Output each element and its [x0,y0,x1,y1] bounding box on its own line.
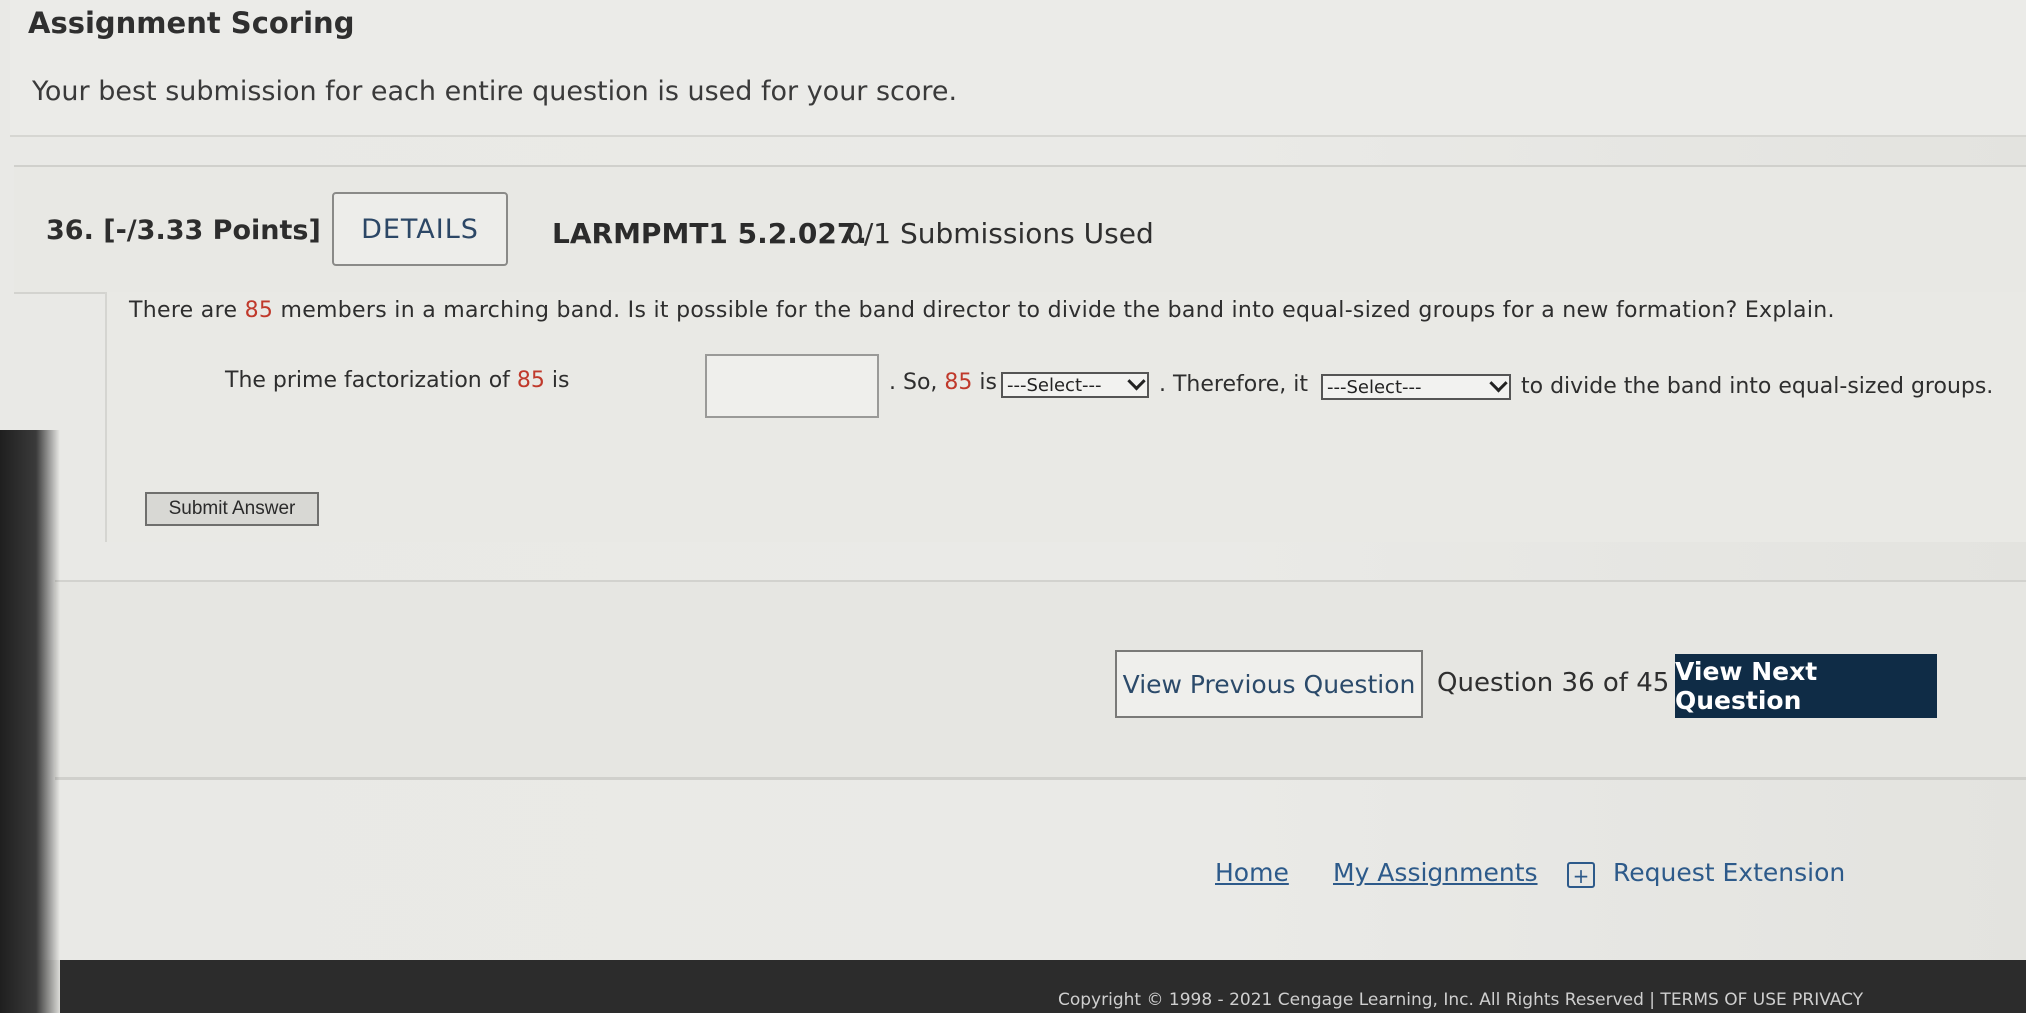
prime-composite-select[interactable]: ---Select--- [1001,371,1149,398]
copyright-text: Copyright © 1998 - 2021 Cengage Learning… [1058,990,1864,1010]
prompt-highlight-number: 85 [244,298,274,323]
assignment-scoring-title: Assignment Scoring [28,6,355,40]
answer-text-1b: is [544,368,570,393]
bezel-shadow [0,430,60,1013]
answer-text-2a: . So, [889,370,945,395]
submissions-used: 0/1 Submissions Used [846,217,1154,250]
question-header: 36. [-/3.33 Points] DETAILS LARMPMT1 5.2… [14,165,2026,294]
assignment-scoring-description: Your best submission for each entire que… [32,76,958,107]
answer-line: The prime factorization of 85 is . So, 8… [225,348,2005,418]
select-2-value: ---Select--- [1327,376,1422,398]
view-next-question-button[interactable]: View Next Question [1675,654,1937,718]
question-number-points: 36. [-/3.33 Points] [46,215,321,246]
page: Assignment Scoring Your best submission … [0,0,2026,960]
assignment-scoring-panel: Assignment Scoring Your best submission … [10,0,2026,137]
footer-bar: Copyright © 1998 - 2021 Cengage Learning… [60,960,2026,1013]
prompt-text-end: members in a marching band. Is it possib… [273,298,1835,323]
my-assignments-link[interactable]: My Assignments [1333,858,1538,887]
answer-text-1: The prime factorization of 85 is [225,368,570,393]
select-1-value: ---Select--- [1007,374,1102,396]
answer-text-1a: The prime factorization of [225,368,517,393]
prompt-text-start: There are [129,298,245,323]
prime-factorization-input[interactable] [705,354,879,418]
answer-text-2b: is [972,370,997,395]
question-navigation: View Previous Question Question 36 of 45… [55,580,2026,780]
footer-links: Home My Assignments + Request Extension [1215,858,1915,894]
submit-answer-button[interactable]: Submit Answer [145,492,319,526]
answer-text-3: . Therefore, it [1159,372,1309,397]
answer-text-4: to divide the band into equal-sized grou… [1521,374,1994,399]
answer-highlight-number-2: 85 [944,370,973,395]
question-points: [-/3.33 Points] [103,215,321,246]
question-prompt: There are 85 members in a marching band.… [129,298,1835,323]
question-body: There are 85 members in a marching band.… [105,292,2026,542]
request-extension-link[interactable]: Request Extension [1613,858,1845,887]
chevron-down-icon [1127,371,1146,390]
home-link[interactable]: Home [1215,858,1289,887]
calendar-plus-icon[interactable]: + [1567,862,1595,888]
question-number: 36. [46,215,94,246]
answer-highlight-number-1: 85 [516,368,545,393]
view-previous-question-button[interactable]: View Previous Question [1115,650,1423,718]
possibility-select[interactable]: ---Select--- [1321,373,1511,400]
details-button[interactable]: DETAILS [332,192,508,266]
answer-text-2: . So, 85 is [889,370,997,395]
question-code: LARMPMT1 5.2.027. [552,217,867,250]
chevron-down-icon [1489,373,1508,392]
question-counter: Question 36 of 45 [1437,668,1670,698]
